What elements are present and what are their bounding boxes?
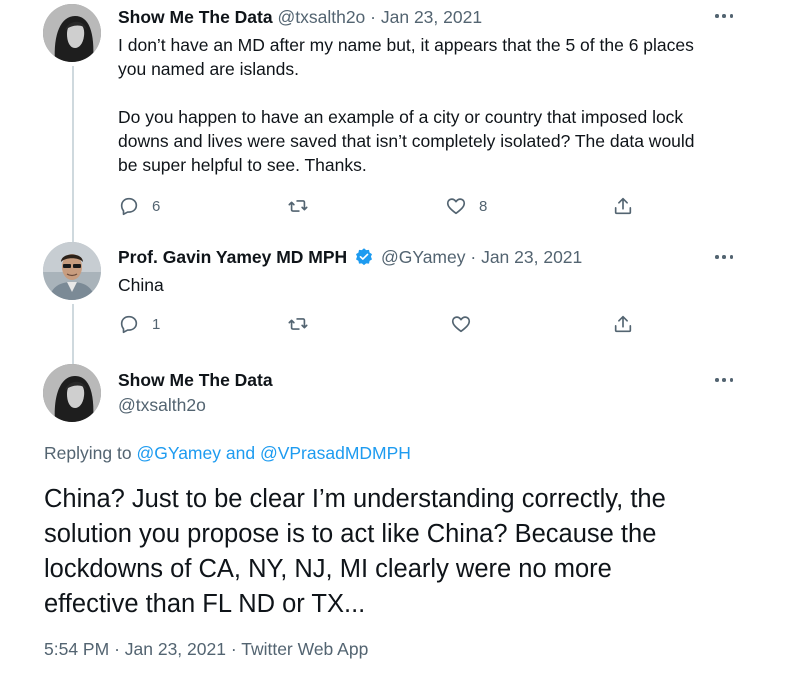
tweet-text-line: be super helpful to see. Thanks. [118,155,367,175]
reply-button[interactable]: 6 [118,195,160,217]
tweet-source[interactable]: Twitter Web App [241,639,368,659]
tweet-header: Show Me The Data @txsalth2o · Jan 23, 20… [118,6,482,28]
mention-link[interactable]: @VPrasadMDMPH [260,443,411,463]
thread-line [72,66,74,242]
separator: · [114,639,120,659]
author-name[interactable]: Show Me The Data [118,369,273,391]
separator: · [230,639,237,659]
share-button[interactable] [612,313,634,335]
reply-button[interactable]: 1 [118,313,160,335]
display-name[interactable]: Show Me The Data [118,7,273,27]
reply-icon [120,315,138,334]
handle[interactable]: @txsalth2o [277,7,365,27]
handle[interactable]: @txsalth2o [118,395,206,415]
author-handle[interactable]: @txsalth2o [118,394,206,416]
retweet-button[interactable] [287,313,321,335]
tweet-date[interactable]: Jan 23, 2021 [381,7,482,27]
tweet-text-line: China? Just to be clear I’m understandin… [44,485,666,513]
tweet-text-line: effective than FL ND or TX... [44,590,366,618]
avatar[interactable] [43,364,101,422]
tweet-timestamp: 5:54 PM · Jan 23, 2021 · Twitter Web App [44,639,368,660]
more-icon[interactable] [710,250,738,264]
retweet-button[interactable] [287,195,321,217]
separator: · [470,247,477,267]
replying-to: Replying to @GYamey and @VPrasadMDMPH [44,443,411,464]
replying-prefix: Replying to [44,443,132,463]
heart-icon [451,316,471,333]
mention-link[interactable]: @GYamey [136,443,221,463]
share-icon [614,197,632,215]
avatar[interactable] [43,4,101,62]
like-button[interactable]: 8 [445,195,487,217]
main-tweet-text: China? Just to be clear I’m understandin… [44,482,764,622]
tweet-text: China [118,275,164,295]
more-icon[interactable] [710,373,738,387]
tweet-text-line: solution you propose is to act like Chin… [44,520,657,548]
replying-and[interactable]: and [226,443,255,463]
tweet-date[interactable]: Jan 23, 2021 [481,247,582,267]
more-icon[interactable] [710,9,738,23]
reply-count: 6 [152,197,161,215]
reply-count: 1 [152,315,161,333]
tweet-text-line: you named are islands. [118,59,299,79]
avatar[interactable] [43,242,101,300]
thread-line [72,304,74,364]
tweet-text-line: downs and lives were saved that isn’t co… [118,131,695,151]
display-name[interactable]: Prof. Gavin Yamey MD MPH [118,247,347,267]
reply-icon [120,197,138,216]
tweet-time[interactable]: 5:54 PM [44,639,109,659]
share-button[interactable] [612,195,634,217]
heart-icon [446,198,466,215]
handle[interactable]: @GYamey [381,247,466,267]
retweet-icon [288,200,308,212]
tweet-text-line: Do you happen to have an example of a ci… [118,107,684,127]
display-name[interactable]: Show Me The Data [118,370,273,390]
separator: · [370,7,376,27]
tweet-text: I don’t have an MD after my name but, it… [118,33,758,177]
tweet-date[interactable]: Jan 23, 2021 [125,639,226,659]
tweet-text-line: I don’t have an MD after my name but, it… [118,35,694,55]
like-button[interactable] [450,313,484,335]
tweet-header: Prof. Gavin Yamey MD MPH @GYamey · Jan 2… [118,246,582,268]
retweet-icon [288,318,308,330]
verified-badge-icon [356,248,373,266]
share-icon [614,315,632,333]
like-count: 8 [479,197,488,215]
tweet-text-line [118,81,758,105]
tweet-text-line: lockdowns of CA, NY, NJ, MI clearly were… [44,555,612,583]
